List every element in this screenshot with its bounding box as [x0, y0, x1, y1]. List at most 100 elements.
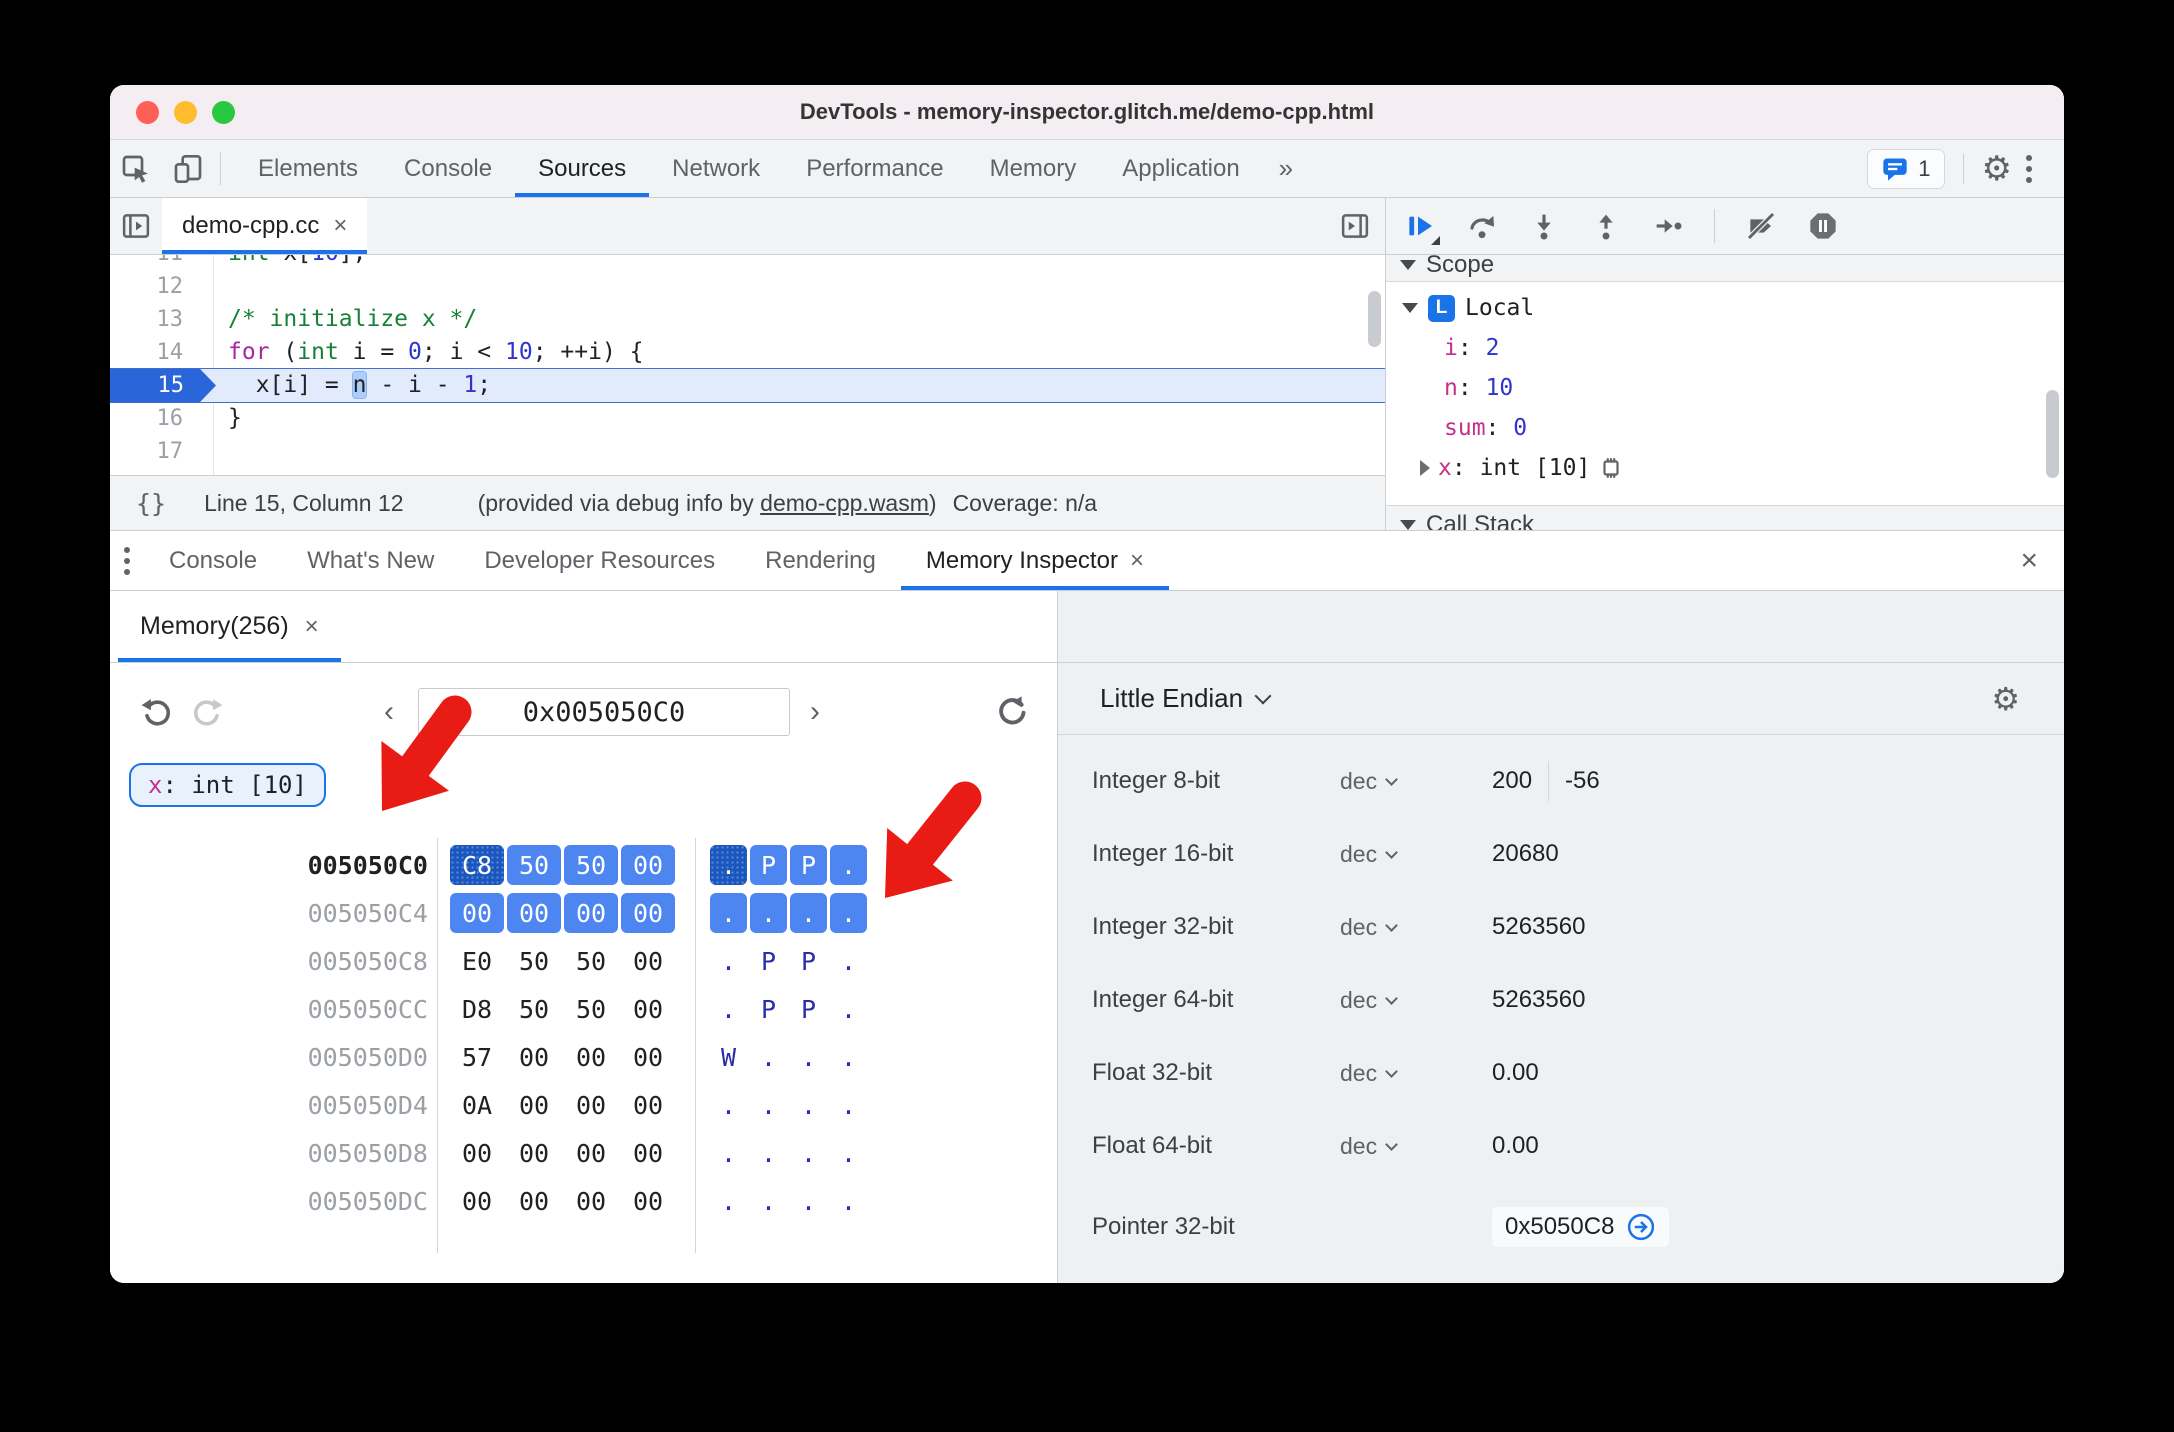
byte-cell[interactable]: 57 [450, 1037, 504, 1077]
ascii-cell[interactable]: . [790, 1181, 827, 1221]
byte-cell[interactable]: 50 [507, 845, 561, 885]
byte-cell[interactable]: 50 [564, 941, 618, 981]
more-tabs-button[interactable]: » [1263, 140, 1309, 197]
settings-gear-icon[interactable]: ⚙ [1982, 152, 2012, 186]
inspect-element-button[interactable] [110, 140, 162, 197]
show-navigator-button[interactable] [110, 198, 162, 254]
byte-cell[interactable]: 00 [564, 893, 618, 933]
line-number[interactable]: 16 [110, 402, 198, 435]
byte-cell[interactable]: 00 [621, 1085, 675, 1125]
byte-cell[interactable]: 00 [450, 893, 504, 933]
ascii-cell[interactable]: P [750, 989, 787, 1029]
byte-cell-selected[interactable]: C8 [450, 845, 504, 885]
ascii-cell[interactable]: . [750, 1133, 787, 1173]
ascii-cell[interactable]: P [790, 845, 827, 885]
ascii-cell[interactable]: . [830, 1037, 867, 1077]
ascii-cell-selected[interactable]: . [710, 845, 747, 885]
close-file-tab-icon[interactable]: × [333, 214, 347, 238]
ascii-cell[interactable]: . [830, 893, 867, 933]
resume-script-button[interactable] [1404, 210, 1440, 245]
byte-cell[interactable]: 00 [621, 1181, 675, 1221]
highlighted-memory-chip[interactable]: x: int [10] [129, 763, 326, 807]
scope-local-row[interactable]: L Local [1402, 288, 1534, 328]
byte-cell[interactable]: 00 [621, 1037, 675, 1077]
issues-button[interactable]: 1 [1867, 148, 1945, 189]
byte-cell[interactable]: 00 [507, 1037, 561, 1077]
byte-cell[interactable]: D8 [450, 989, 504, 1029]
value-settings-gear-icon[interactable]: ⚙ [1991, 683, 2020, 715]
step-over-button[interactable] [1466, 210, 1498, 242]
history-back-icon[interactable] [138, 694, 174, 730]
ascii-cell[interactable]: . [790, 1037, 827, 1077]
format-select[interactable]: dec [1340, 841, 1398, 868]
drawer-tab-console[interactable]: Console [144, 531, 282, 590]
tab-memory[interactable]: Memory [967, 140, 1100, 197]
byte-cell[interactable]: 00 [507, 1133, 561, 1173]
scope-section-header[interactable]: Scope [1386, 255, 2064, 282]
previous-page-button[interactable]: ‹ [384, 695, 394, 729]
ascii-cell[interactable]: . [710, 941, 747, 981]
byte-cell[interactable]: 00 [450, 1181, 504, 1221]
file-tab-demo-cpp[interactable]: demo-cpp.cc × [162, 198, 368, 254]
byte-cell[interactable]: 00 [507, 1085, 561, 1125]
byte-cell[interactable]: 00 [564, 1085, 618, 1125]
ascii-cell[interactable]: . [790, 1085, 827, 1125]
deactivate-breakpoints-button[interactable] [1745, 210, 1777, 242]
tab-performance[interactable]: Performance [783, 140, 966, 197]
ascii-cell[interactable]: . [830, 941, 867, 981]
ascii-cell[interactable]: . [710, 1085, 747, 1125]
drawer-tab-whats-new[interactable]: What's New [282, 531, 459, 590]
show-debugger-panel-button[interactable] [1329, 211, 1381, 241]
close-memory-buffer-tab-icon[interactable]: × [305, 614, 319, 639]
byte-cell[interactable]: 00 [621, 941, 675, 981]
ascii-cell[interactable]: . [790, 893, 827, 933]
pause-on-exceptions-button[interactable] [1807, 210, 1839, 242]
byte-cell[interactable]: 00 [564, 1181, 618, 1221]
ascii-cell[interactable]: . [750, 1085, 787, 1125]
line-number[interactable]: 13 [110, 303, 198, 336]
ascii-cell[interactable]: . [830, 1085, 867, 1125]
scope-scrollbar[interactable] [2046, 390, 2059, 478]
code-editor[interactable]: 11 int x[10]; 12 13 /* initialize x */ 1… [110, 255, 1385, 475]
line-number[interactable]: 11 [110, 255, 198, 270]
close-drawer-button[interactable]: × [1994, 544, 2064, 578]
byte-cell[interactable]: 00 [621, 845, 675, 885]
history-forward-icon[interactable] [190, 694, 226, 730]
drawer-tab-memory-inspector[interactable]: Memory Inspector × [901, 531, 1169, 590]
ascii-cell[interactable]: P [790, 989, 827, 1029]
endianness-select[interactable]: Little Endian [1100, 683, 1272, 714]
byte-cell[interactable]: 50 [507, 941, 561, 981]
device-toolbar-button[interactable] [162, 140, 214, 197]
ascii-cell[interactable]: W [710, 1037, 747, 1077]
collapse-triangle-icon[interactable] [1402, 303, 1418, 313]
format-select[interactable]: dec [1340, 914, 1398, 941]
tab-sources[interactable]: Sources [515, 140, 649, 197]
byte-cell[interactable]: 00 [507, 1181, 561, 1221]
scope-var-x[interactable]: x: int [10] [1420, 448, 1624, 488]
ascii-cell[interactable]: P [790, 941, 827, 981]
format-select[interactable]: dec [1340, 987, 1398, 1014]
byte-cell[interactable]: 00 [564, 1037, 618, 1077]
byte-cell[interactable]: 0A [450, 1085, 504, 1125]
ascii-cell[interactable]: . [750, 1037, 787, 1077]
call-stack-section-header[interactable]: Call Stack [1386, 505, 2064, 530]
execution-line-marker[interactable]: 15 [110, 369, 216, 402]
drawer-tab-developer-resources[interactable]: Developer Resources [459, 531, 740, 590]
byte-cell[interactable]: 00 [507, 893, 561, 933]
wasm-file-link[interactable]: demo-cpp.wasm [760, 490, 929, 516]
tab-application[interactable]: Application [1099, 140, 1262, 197]
editor-scrollbar[interactable] [1368, 291, 1381, 347]
ascii-cell[interactable]: . [830, 989, 867, 1029]
ascii-cell[interactable]: P [750, 845, 787, 885]
close-memory-inspector-tab-icon[interactable]: × [1130, 548, 1144, 573]
byte-cell[interactable]: 00 [450, 1133, 504, 1173]
ascii-cell[interactable]: . [830, 1181, 867, 1221]
byte-cell[interactable]: 50 [507, 989, 561, 1029]
byte-cell[interactable]: 00 [621, 989, 675, 1029]
ascii-cell[interactable]: P [750, 941, 787, 981]
format-select[interactable]: dec [1340, 768, 1398, 795]
byte-cell[interactable]: 50 [564, 989, 618, 1029]
pretty-print-icon[interactable]: {} [136, 489, 166, 518]
tab-console[interactable]: Console [381, 140, 515, 197]
expand-triangle-icon[interactable] [1420, 460, 1430, 476]
